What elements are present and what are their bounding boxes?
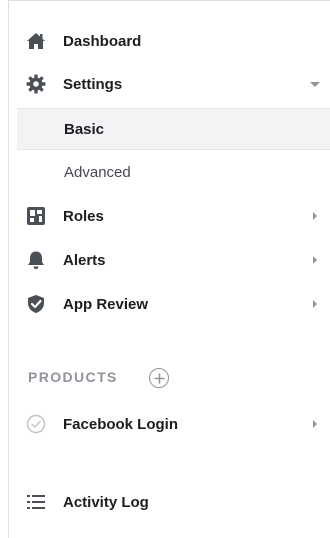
sidebar-item-label: Dashboard (63, 32, 142, 50)
sidebar-item-label: Roles (63, 207, 104, 225)
sidebar-subitem-advanced[interactable]: Advanced (10, 152, 330, 192)
sidebar-item-alerts[interactable]: Alerts (10, 240, 330, 280)
sidebar-item-label: Facebook Login (63, 415, 179, 433)
products-section-title: PRODUCTS (28, 369, 118, 385)
check-circle-icon (25, 413, 47, 435)
sidebar-subitem-basic[interactable]: Basic (17, 108, 330, 150)
chevron-right-icon (313, 256, 317, 264)
home-icon (25, 30, 47, 52)
chevron-down-icon (310, 81, 320, 87)
sidebar-subitem-label: Advanced (64, 163, 131, 181)
sidebar-item-facebook-login[interactable]: Facebook Login (10, 404, 330, 444)
shield-check-icon (25, 293, 47, 315)
sidebar-item-label: Activity Log (63, 493, 149, 511)
bell-icon (25, 249, 47, 271)
chevron-right-icon (313, 212, 317, 220)
sidebar-item-roles[interactable]: Roles (10, 196, 330, 236)
plus-icon (153, 372, 165, 384)
chevron-right-icon (313, 300, 317, 308)
add-product-button[interactable] (149, 368, 169, 388)
sidebar-item-app-review[interactable]: App Review (10, 284, 330, 324)
sidebar-item-settings[interactable]: Settings (10, 64, 330, 104)
sidebar-item-dashboard[interactable]: Dashboard (10, 21, 330, 61)
list-icon (25, 491, 47, 513)
gear-icon (25, 73, 47, 95)
sidebar-item-label: App Review (63, 295, 149, 313)
sidebar: Dashboard Settings Basic Advanced Roles … (8, 0, 330, 538)
sidebar-item-label: Settings (63, 75, 123, 93)
sidebar-item-activity-log[interactable]: Activity Log (10, 482, 330, 522)
sidebar-item-label: Alerts (63, 251, 106, 269)
roles-icon (25, 205, 47, 227)
chevron-right-icon (313, 420, 317, 428)
sidebar-subitem-label: Basic (64, 120, 105, 138)
